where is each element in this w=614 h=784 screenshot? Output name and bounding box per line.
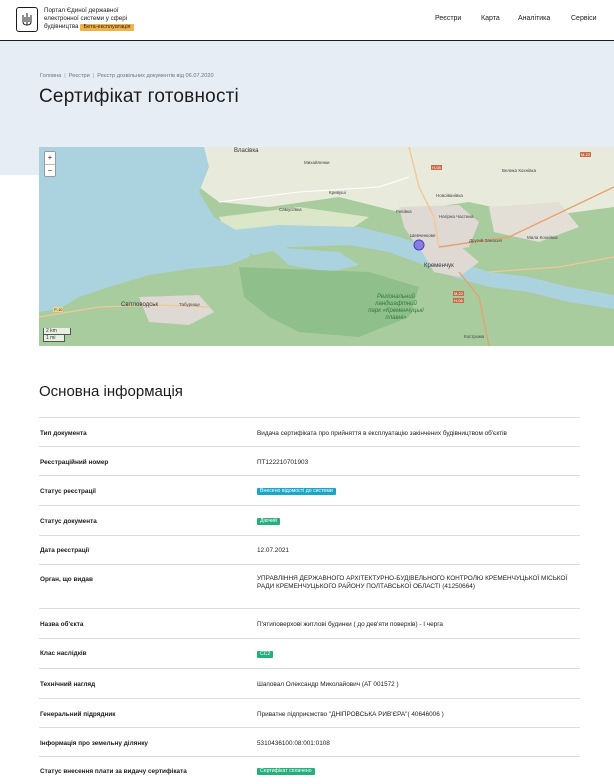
row-value: П'ятиповерхові житлові будинки ( до дев'… bbox=[257, 621, 443, 628]
map-label-velyka-kokhnivka: Велика Кохнівка bbox=[502, 168, 537, 173]
info-row-payment-status: Статус внесення плати за видачу сертифік… bbox=[39, 756, 580, 784]
map-label-druhyi-zanasyp: Другий Занасип bbox=[469, 238, 503, 243]
info-row-general-contractor: Генеральний підрядник Приватне підприємс… bbox=[39, 698, 580, 728]
beta-badge: Бeтa-експлуатація bbox=[80, 24, 134, 31]
row-value: Приватне підприємство "ДНІПРОВСЬКА РИВ'Є… bbox=[257, 711, 444, 718]
zoom-in-button[interactable]: + bbox=[45, 152, 55, 165]
map-label-novoivanivka: Новоіванівка bbox=[436, 193, 463, 198]
map-label-park: Регіональний ландшафтний парк «Кременчуц… bbox=[356, 294, 436, 322]
row-label: Назва об'єкта bbox=[40, 621, 84, 628]
row-value: Шаповал Олександр Миколайович (АТ 001572… bbox=[257, 681, 399, 688]
page-title: Сертифікат готовності bbox=[39, 86, 239, 107]
breadcrumb-home[interactable]: Головна bbox=[40, 73, 61, 79]
row-label: Генеральний підрядник bbox=[40, 711, 116, 718]
nav-map[interactable]: Карта bbox=[481, 15, 500, 22]
map-label-vlasivka: Власівка bbox=[234, 148, 259, 154]
nav-analytics[interactable]: Аналітика bbox=[518, 15, 550, 22]
nav-registries[interactable]: Реєстри bbox=[435, 15, 461, 22]
row-value: 5310436100:08:001:0108 bbox=[257, 740, 330, 747]
map-label-tabury: Табурище bbox=[179, 302, 200, 307]
row-label: Реєстраційний номер bbox=[40, 459, 109, 466]
breadcrumb-registries[interactable]: Реєстри bbox=[69, 73, 90, 79]
info-row-consequence-class: Клас наслідків СС2 bbox=[39, 638, 580, 669]
map-label-samusiivka: Самусіївка bbox=[279, 207, 302, 212]
info-row-reg-number: Реєстраційний номер ПТ122210701903 bbox=[39, 446, 580, 476]
info-row-doc-type: Тип документа Видача сертифіката про при… bbox=[39, 417, 580, 447]
info-row-reg-date: Дата реєстрації 12.07.2021 bbox=[39, 535, 580, 565]
map-label-revivka: Ревівка bbox=[396, 209, 412, 214]
info-row-issuer: Орган, що видав УПРАВЛІННЯ ДЕРЖАВНОГО АР… bbox=[39, 564, 580, 609]
status-badge: Сертифікат сплачено bbox=[257, 768, 315, 775]
row-value: УПРАВЛІННЯ ДЕРЖАВНОГО АРХІТЕКТУРНО-БУДІВ… bbox=[257, 575, 568, 590]
info-row-reg-status: Статус реєстрації Внесено відомості до с… bbox=[39, 475, 580, 506]
map-label-svitlovodsk: Світловодськ bbox=[121, 302, 158, 308]
row-label: Тип документа bbox=[40, 430, 87, 437]
nav-services[interactable]: Сервіси bbox=[571, 15, 597, 22]
map-label-mykhailenky: Михайленки bbox=[304, 160, 330, 165]
row-label: Статус реєстрації bbox=[40, 488, 96, 495]
status-badge: СС2 bbox=[257, 651, 274, 658]
map-label-kryvushi: Кривуші bbox=[329, 190, 346, 195]
row-label: Дата реєстрації bbox=[40, 547, 90, 554]
map-label-park-line3: парк «Кременчуцькі bbox=[368, 308, 424, 314]
map-label-park-line1: Регіональний bbox=[377, 294, 415, 300]
status-badge: Внесено відомості до системи bbox=[257, 488, 336, 495]
road-shield-m22-south: М-22 bbox=[453, 291, 465, 296]
road-shield-m22: М-22 bbox=[580, 152, 592, 157]
trident-logo-icon[interactable] bbox=[16, 7, 38, 32]
map-label-mala-kokhnivka: Мала Кохнівка bbox=[527, 235, 558, 240]
map-label-park-line4: плавні» bbox=[385, 315, 407, 321]
info-row-doc-status: Статус документа Діючий bbox=[39, 505, 580, 536]
map-label-kremenchuk: Кременчук bbox=[424, 263, 454, 269]
road-shield-p10: Р-10 bbox=[53, 307, 64, 312]
row-label: Орган, що видав bbox=[40, 576, 93, 583]
info-row-land-plot: Інформація про земельну ділянку 53104361… bbox=[39, 727, 580, 757]
row-label: Клас наслідків bbox=[40, 650, 87, 657]
road-shield-h08: Н-08 bbox=[431, 165, 442, 170]
scale-mi: 1 mi bbox=[43, 335, 65, 342]
row-label: Інформація про земельну ділянку bbox=[40, 740, 148, 747]
portal-title-line2: електронної системи у сфері bbox=[44, 15, 128, 22]
breadcrumb: Головна | Реєстри | Реєстр дозвільних докуме… bbox=[40, 73, 214, 79]
map-label-nahirna: Нагірна Частина bbox=[439, 214, 474, 219]
map-label-park-line2: ландшафтний bbox=[375, 301, 417, 307]
location-map[interactable]: Власівка Михайленки Кривуші Самусіївка Р… bbox=[39, 147, 614, 346]
info-row-tech-supervision: Технічний нагляд Шаповал Олександр Микол… bbox=[39, 668, 580, 699]
scale-km: 2 km bbox=[43, 328, 71, 335]
zoom-out-button[interactable]: − bbox=[45, 165, 55, 177]
status-badge: Діючий bbox=[257, 518, 280, 525]
portal-title-line1: Портал Єдиної державної bbox=[44, 7, 119, 14]
site-header: Портал Єдиної державної електронної сист… bbox=[0, 0, 614, 41]
row-value: Видача сертифіката про прийняття в експл… bbox=[257, 430, 507, 437]
map-zoom-control: + − bbox=[44, 151, 56, 177]
info-row-object-name: Назва об'єкта П'ятиповерхові житлові буд… bbox=[39, 608, 580, 639]
road-shield-h08-south: Н-08 bbox=[453, 298, 464, 303]
portal-title[interactable]: Портал Єдиної державної електронної сист… bbox=[44, 7, 184, 31]
section-title: Основна інформація bbox=[39, 383, 183, 400]
row-label: Технічний нагляд bbox=[40, 681, 96, 688]
row-value: 12.07.2021 bbox=[257, 547, 289, 554]
breadcrumb-registry[interactable]: Реєстр дозвільних документів від 06.07.2… bbox=[97, 73, 213, 79]
map-label-shevchenkove: Шевченкове bbox=[410, 233, 436, 238]
row-label: Статус документа bbox=[40, 518, 97, 525]
row-label: Статус внесення плати за видачу сертифік… bbox=[40, 768, 187, 775]
portal-title-line3: будівництва bbox=[44, 23, 79, 30]
map-scale: 2 km 1 mi bbox=[43, 328, 71, 342]
map-label-kostroma: Кострома bbox=[464, 334, 485, 339]
row-value: ПТ122210701903 bbox=[257, 459, 309, 466]
